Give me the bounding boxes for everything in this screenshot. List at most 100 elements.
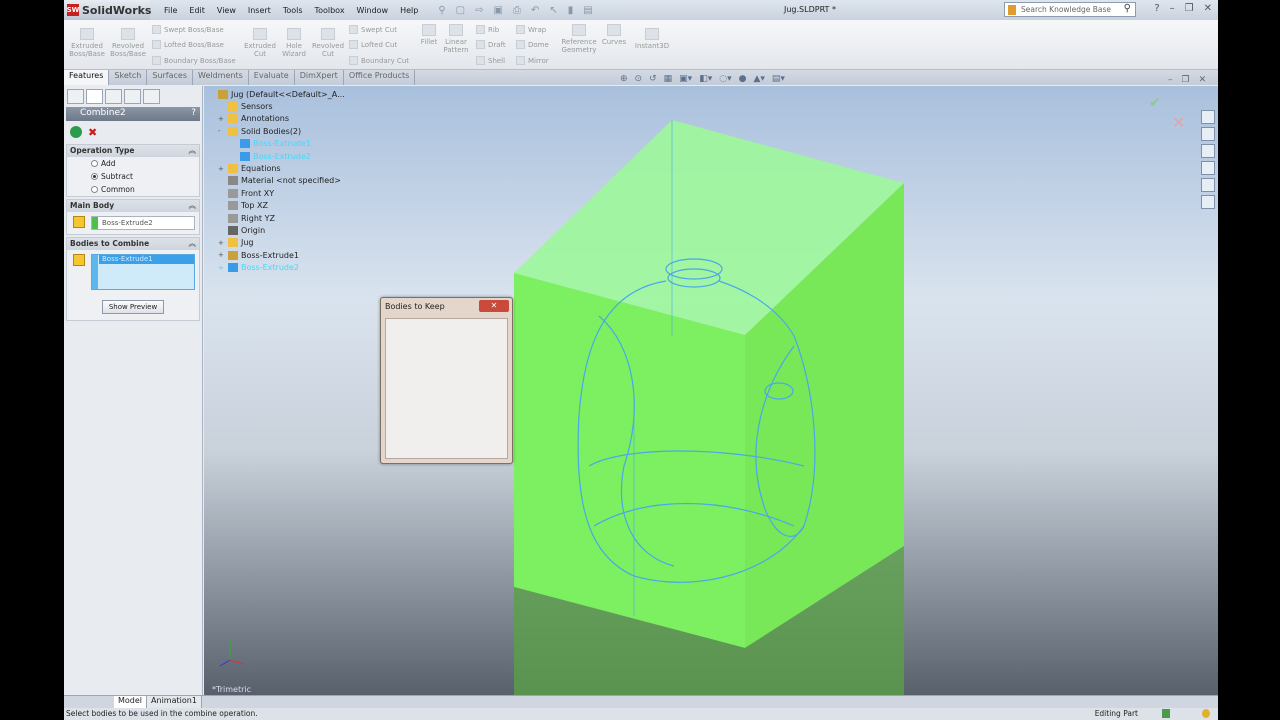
previous-view-icon[interactable]: ↺ — [649, 74, 657, 84]
revolved-boss-button[interactable]: Revolved Boss/Base — [108, 28, 148, 58]
curves-button[interactable]: Curves — [600, 24, 628, 46]
menu-view[interactable]: View — [211, 6, 242, 15]
collapse-icon[interactable]: ︽ — [189, 238, 197, 249]
select-icon[interactable]: ↖ — [549, 5, 557, 16]
main-body-field[interactable]: Boss-Extrude2 — [91, 216, 195, 230]
dimxpert-manager-tab-icon[interactable] — [124, 89, 141, 104]
expand-toggle[interactable]: + — [218, 264, 225, 272]
menu-toolbox[interactable]: Toolbox — [309, 6, 351, 15]
close-icon[interactable]: ✕ — [1204, 3, 1212, 14]
search-icon[interactable]: ⚲ — [1124, 3, 1131, 14]
wrap-button[interactable]: Wrap — [516, 25, 546, 34]
view-palette-icon[interactable] — [1201, 161, 1215, 175]
search-knowledge-base-input[interactable]: Search Knowledge Base ⚲ — [1004, 2, 1136, 17]
dialog-close-button[interactable]: ✕ — [479, 300, 509, 312]
tree-node[interactable]: + Equations — [208, 162, 345, 174]
tree-node[interactable]: Boss-Extrude1 — [208, 138, 345, 150]
radio-add[interactable]: Add — [67, 157, 199, 170]
resources-icon[interactable] — [1201, 110, 1215, 124]
restore-icon[interactable]: ❐ — [1185, 3, 1194, 14]
extruded-cut-button[interactable]: Extruded Cut — [240, 28, 280, 58]
revolved-cut-button[interactable]: Revolved Cut — [310, 28, 346, 58]
swept-boss-button[interactable]: Swept Boss/Base — [152, 25, 224, 34]
tab-animation1[interactable]: Animation1 — [147, 696, 202, 708]
lofted-boss-button[interactable]: Lofted Boss/Base — [152, 40, 224, 49]
graphics-area[interactable]: Jug (Default<<Default>_A... Sensors + Annot… — [204, 86, 1218, 695]
undo-icon[interactable]: ↶ — [531, 5, 539, 16]
zoom-to-fit-icon[interactable]: ⊕ — [620, 74, 628, 84]
expand-toggle[interactable]: + — [218, 115, 225, 123]
dome-button[interactable]: Dome — [516, 40, 549, 49]
hole-wizard-button[interactable]: Hole Wizard — [280, 28, 308, 58]
expand-toggle[interactable]: + — [218, 239, 225, 247]
fillet-button[interactable]: Fillet — [418, 24, 440, 46]
confirm-cancel-icon[interactable]: ✕ — [1172, 113, 1185, 132]
tree-node[interactable]: Material <not specified> — [208, 175, 345, 187]
expand-toggle[interactable]: + — [218, 251, 225, 259]
menu-insert[interactable]: Insert — [242, 6, 277, 15]
menu-help[interactable]: Help — [394, 6, 424, 15]
view-settings-icon[interactable]: ▤▾ — [772, 74, 785, 84]
tree-node[interactable]: Top XZ — [208, 200, 345, 212]
save-icon[interactable]: ▣ — [494, 5, 503, 16]
property-manager-tab-icon[interactable] — [86, 89, 103, 104]
tree-node[interactable]: Sensors — [208, 100, 345, 112]
tree-node[interactable]: + Boss-Extrude2 — [208, 261, 345, 273]
show-preview-button[interactable]: Show Preview — [102, 300, 164, 314]
rebuild-status-icon[interactable] — [1202, 709, 1210, 718]
display-manager-tab-icon[interactable] — [143, 89, 160, 104]
tree-node[interactable]: + Annotations — [208, 113, 345, 125]
doc-minimize-icon[interactable]: – — [1168, 75, 1173, 85]
view-orientation-icon[interactable]: ▣▾ — [679, 74, 692, 84]
tree-node[interactable]: + Boss-Extrude1 — [208, 249, 345, 261]
configuration-manager-tab-icon[interactable] — [105, 89, 122, 104]
tab-surfaces[interactable]: Surfaces — [147, 70, 194, 85]
tab-model[interactable]: Model — [114, 696, 148, 708]
tab-sketch[interactable]: Sketch — [109, 70, 148, 85]
appearances-icon[interactable] — [1201, 178, 1215, 192]
group-header[interactable]: Bodies to Combine ︽ — [67, 238, 199, 250]
tab-evaluate[interactable]: Evaluate — [249, 70, 295, 85]
doc-restore-icon[interactable]: ❐ — [1182, 75, 1190, 85]
hide-show-icon[interactable]: ◌▾ — [719, 74, 731, 84]
zoom-area-icon[interactable]: ⊙ — [635, 74, 643, 84]
quick-tips-icon[interactable] — [1162, 709, 1170, 718]
bodies-to-keep-list[interactable] — [385, 318, 508, 459]
tree-node[interactable]: Front XY — [208, 187, 345, 199]
design-library-icon[interactable] — [1201, 127, 1215, 141]
file-explorer-icon[interactable] — [1201, 144, 1215, 158]
tree-node[interactable]: Jug (Default<<Default>_A... — [208, 88, 345, 100]
display-style-icon[interactable]: ◧▾ — [699, 74, 712, 84]
tab-features[interactable]: Features — [64, 70, 110, 85]
expand-toggle[interactable]: - — [218, 127, 225, 135]
radio-subtract[interactable]: Subtract — [67, 170, 199, 183]
extruded-boss-button[interactable]: Extruded Boss/Base — [68, 28, 106, 58]
custom-properties-icon[interactable] — [1201, 195, 1215, 209]
bodies-to-combine-list[interactable]: Boss-Extrude1 — [91, 254, 195, 290]
tree-node[interactable]: + Jug — [208, 237, 345, 249]
menu-tools[interactable]: Tools — [277, 6, 309, 15]
confirm-ok-icon[interactable]: ✔ — [1149, 95, 1161, 111]
shell-button[interactable]: Shell — [476, 56, 505, 65]
pin-icon[interactable]: ⚲ — [438, 5, 445, 16]
rebuild-icon[interactable]: ▮ — [568, 5, 574, 16]
solidworks-logo[interactable]: SW SolidWorks — [64, 0, 151, 20]
lofted-cut-button[interactable]: Lofted Cut — [349, 40, 397, 49]
menu-window[interactable]: Window — [351, 6, 395, 15]
tab-weldments[interactable]: Weldments — [193, 70, 249, 85]
expand-toggle[interactable]: + — [218, 165, 225, 173]
group-header[interactable]: Main Body ︽ — [67, 200, 199, 212]
instant3d-button[interactable]: Instant3D — [632, 28, 672, 50]
group-header[interactable]: Operation Type ︽ — [67, 145, 199, 157]
tab-office-products[interactable]: Office Products — [344, 70, 416, 85]
print-icon[interactable]: ⎙ — [513, 5, 521, 16]
mirror-button[interactable]: Mirror — [516, 56, 549, 65]
tree-node[interactable]: - Solid Bodies(2) — [208, 125, 345, 137]
cancel-x-icon[interactable]: ✖ — [88, 126, 97, 139]
doc-close-icon[interactable]: ✕ — [1199, 75, 1207, 85]
section-view-icon[interactable]: ▦ — [664, 74, 673, 84]
ok-check-icon[interactable] — [70, 126, 82, 138]
radio-common[interactable]: Common — [67, 183, 199, 196]
open-icon[interactable]: ⇨ — [475, 5, 483, 16]
minimize-icon[interactable]: – — [1170, 3, 1175, 14]
